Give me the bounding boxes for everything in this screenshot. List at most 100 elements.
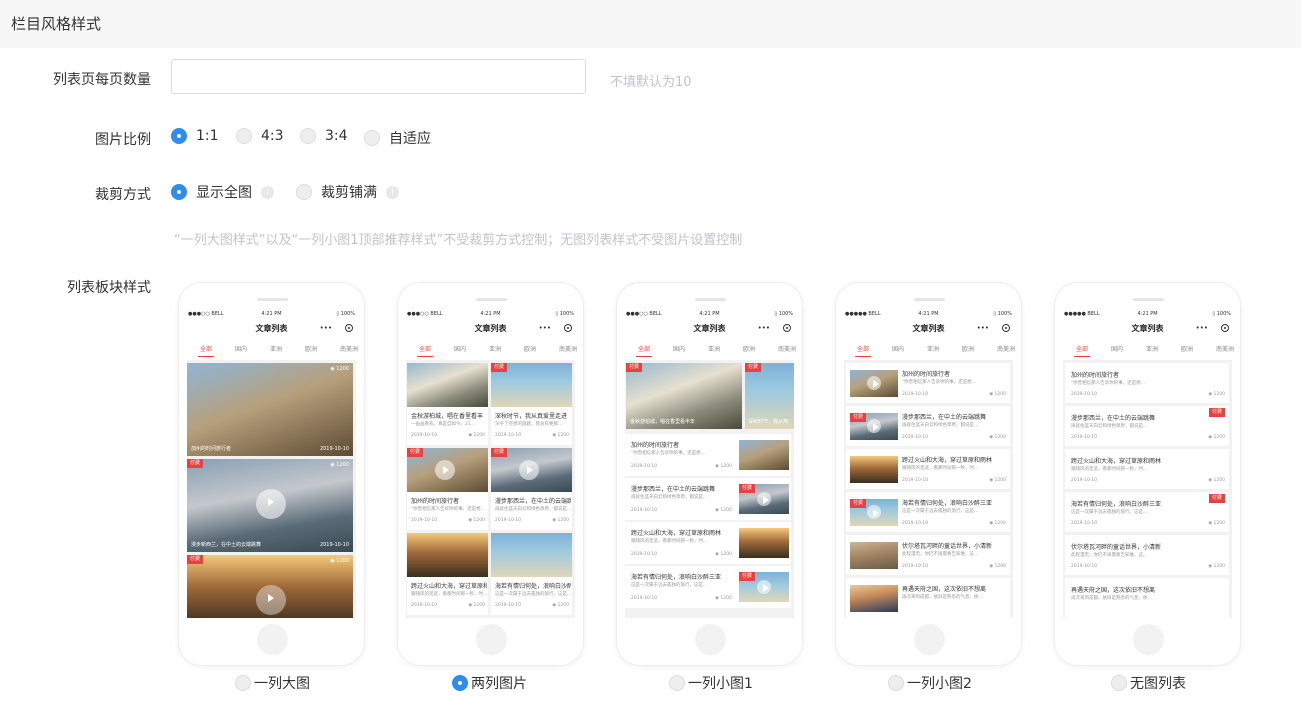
phone-speaker (695, 298, 726, 301)
style-option-small-image-1[interactable]: 一列小图1 (669, 673, 753, 693)
more-icon: ••• (538, 324, 551, 332)
more-icon: ••• (976, 324, 989, 332)
status-bar: ●●●○○ BELL 4:21 PM ▯ 100% (407, 311, 574, 317)
image-ratio-label: 图片比例 (95, 132, 151, 148)
target-icon (1002, 324, 1010, 332)
info-icon[interactable]: i (386, 185, 399, 199)
info-icon[interactable]: i (261, 185, 274, 199)
top-recommend-image: 付费 金秋游柏城，唱在香里看丰年 (626, 363, 742, 429)
home-button (257, 624, 288, 655)
crop-option-full[interactable]: 显示全图 i (171, 182, 274, 202)
target-icon (564, 324, 572, 332)
crop-mode-label: 裁剪方式 (95, 187, 151, 203)
section-title: 栏目风格样式 (11, 15, 102, 33)
play-icon (256, 489, 286, 519)
phone-preview-two-column[interactable]: ●●●○○ BELL 4:21 PM ▯ 100% 文章列表 ••• 全部 国内 亚洲欧… (397, 282, 584, 666)
phone-speaker (914, 298, 945, 301)
radio-icon (235, 675, 251, 691)
style-option-no-image[interactable]: 无图列表 (1111, 673, 1186, 693)
phone-preview-small-image-1[interactable]: ●●●○○ BELL 4:21 PM ▯ 100% 文章列表 ••• 全部 国内 亚洲欧… (616, 282, 803, 666)
list-item: 加州的时间旅行者 "你曾相信那人告诉你的事，还是想… 2019-10-10 ◉ 120… (1065, 363, 1229, 403)
grid-card: 跨过火山和大海，穿过草原和雨林 跟随风的足迹，看那时间那一秒，时… 2019-1… (407, 533, 488, 615)
phone-title: 文章列表 (1131, 324, 1164, 333)
phone-screen: 加州的时间旅行者 "你曾相信那人告诉你的事，还是想… 2019-10-10 ◉ 120… (1063, 360, 1232, 618)
audio-icon (256, 585, 286, 615)
phone-title: 文章列表 (255, 324, 288, 333)
more-icon: ••• (757, 324, 770, 332)
phone-preview-small-image-2[interactable]: ●●●●● BELL 4:21 PM ▯ 100% 文章列表 ••• 全部 国内 亚洲欧… (835, 282, 1022, 666)
grid-card: 付费 加州的时间旅行者 "你曾相信那人告诉你的事，还是想… 2019-10-10… (407, 448, 488, 530)
more-icon: ••• (1195, 324, 1208, 332)
target-icon (1221, 324, 1229, 332)
article-image: ◉ 1200 加州的时间旅行者 2019-10-10 (187, 363, 353, 456)
radio-icon (1111, 675, 1127, 691)
home-button (695, 624, 726, 655)
phone-tabs: 全部 国内 亚洲 欧洲 南美洲 (197, 346, 359, 357)
grid-card: 付费 深秋时节，我从真爱里走进 深乎了完善的旅题，我总有要那… 2019-10-… (491, 363, 572, 445)
phone-tabs: 全部 国内 亚洲 欧洲 南美洲 (854, 346, 1016, 357)
grid-card: 海若有情归何处，浪响白沙醉三亚 这是一次属于远去孤独的旅行，这是… 2019-1… (491, 533, 572, 615)
phone-title: 文章列表 (693, 324, 726, 333)
radio-icon (300, 128, 316, 144)
page-size-hint: 不填默认为10 (610, 75, 692, 90)
phone-screen: 加州的时间旅行者 "你曾相信那人告诉你的事，还是想… 2019-10-10 ◉ 120… (844, 360, 1013, 618)
list-item: 漫步那西兰，在中土的云端跳舞 再就住蓝天白云和绿色草原，都说是… 2019-10-… (625, 478, 791, 520)
target-icon (783, 324, 791, 332)
phone-tabs: 全部 国内 亚洲 欧洲 南美洲 (635, 346, 797, 357)
ratio-option-4-3[interactable]: 4:3 (236, 128, 284, 144)
home-button (1133, 624, 1164, 655)
radio-icon (669, 675, 685, 691)
more-icon: ••• (319, 324, 332, 332)
phone-preview-no-image[interactable]: ●●●●● BELL 4:21 PM ▯ 100% 文章列表 ••• 全部 国内 亚洲欧… (1054, 282, 1241, 666)
list-item: 付费 海若有情归何处，浪响白沙醉三亚 这是一次属于远去孤独的旅行，这是… 2019-1… (846, 492, 1010, 532)
style-option-big-image[interactable]: 一列大图 (235, 673, 310, 693)
crop-notice: “一列大图样式”以及“一列小图1顶部推荐样式”不受裁剪方式控制；无图列表样式不受… (174, 233, 743, 248)
grid-card: 金秋游柏城，唱在香里看丰 一画画看去，真是自如今。21… 2019-10-10 ◉… (407, 363, 488, 445)
phone-tabs: 全部 国内 亚洲 欧洲 南美洲 (1073, 346, 1235, 357)
phone-title: 文章列表 (912, 324, 945, 333)
radio-icon (236, 128, 252, 144)
list-item: 再遇天府之国，这次依旧不想离 再次来到成都，依旧是熟悉的气息，依… (1065, 578, 1229, 618)
phone-screen: 金秋游柏城，唱在香里看丰 一画画看去，真是自如今。21… 2019-10-10 ◉… (406, 360, 575, 618)
ratio-option-auto[interactable]: 自适应 (364, 128, 431, 148)
radio-icon (296, 184, 312, 200)
ratio-option-1-1[interactable]: 1:1 (171, 128, 219, 144)
style-option-small-image-2[interactable]: 一列小图2 (888, 673, 972, 693)
list-item: 跨过火山和大海，穿过草原和雨林 跟随风的足迹，看那时间那一秒，时… 2019-10-… (846, 449, 1010, 489)
status-bar: ●●●●● BELL 4:21 PM ▯ 100% (1064, 311, 1231, 317)
article-image: 付费 ◉ 1200 漫步新西兰，在中土的云端跳舞 2019-10-10 (187, 459, 353, 552)
list-item: 再遇天府之国，这次依旧不想离 再次来到成都，依旧是熟悉的气息，依… (846, 578, 1010, 618)
page-size-label: 列表页每页数量 (53, 72, 151, 88)
home-button (476, 624, 507, 655)
radio-icon (171, 184, 187, 200)
top-recommend-image: 付费 深秋时节，我从两 (745, 363, 794, 429)
list-item: 跨过火山和大海，穿过草原和雨林 跟随风的足迹，看那时间那一秒，时… 2019-10-… (1065, 449, 1229, 489)
phone-preview-big-image[interactable]: ●●●○○ BELL 4:21 PM ▯ 100% 文章列表 ••• 全部 国内 亚洲欧… (178, 282, 365, 666)
list-item: 跨过火山和大海，穿过草原和雨林 跟随风的足迹，看那时间那一秒，时… 2019-10… (625, 522, 791, 564)
status-bar: ●●●●● BELL 4:21 PM ▯ 100% (845, 311, 1012, 317)
list-item: 伏尔塔瓦河畔的童话世界，小清新 此程漫无，你仍不再需要告知谁，这… 2019-10-… (846, 535, 1010, 575)
list-item: 付费 漫步那西兰，在中土的云端跳舞 再就住蓝天白云和绿色草原，都说是… 2019-10… (1065, 406, 1229, 446)
page-size-input[interactable] (171, 59, 586, 94)
ratio-option-3-4[interactable]: 3:4 (300, 128, 348, 144)
phone-speaker (257, 298, 288, 301)
phone-screen: 付费 金秋游柏城，唱在香里看丰年 付费 深秋时节，我从两 加州的时间旅行者 "你曾相信… (625, 360, 794, 618)
list-item: 付费 海若有情归何处，浪响白沙醉三亚 这是一次属于远去孤独的旅行，这是… 2019-1… (1065, 492, 1229, 532)
phone-tabs: 全部 国内 亚洲 欧洲 南美洲 (416, 346, 578, 357)
home-button (914, 624, 945, 655)
section-header: 栏目风格样式 (0, 0, 1301, 48)
list-style-label: 列表板块样式 (67, 280, 151, 296)
list-item: 海若有情归何处，浪响白沙醉三亚 这是一次属于远去孤独的旅行，这是… 2019-10… (625, 566, 791, 608)
radio-icon (888, 675, 904, 691)
radio-icon (452, 675, 468, 691)
phone-speaker (1133, 298, 1164, 301)
grid-card: 付费 漫步那西兰，在中土的云端跳舞 再就住蓝天白云和绿色草原，都说是… 2019… (491, 448, 572, 530)
phone-speaker (476, 298, 507, 301)
style-option-two-column[interactable]: 两列图片 (452, 673, 527, 693)
crop-option-fill[interactable]: 裁剪铺满 i (296, 182, 399, 202)
list-item: 付费 漫步那西兰，在中土的云端跳舞 再就住蓝天白云和绿色草原，都说是… 2019-10… (846, 406, 1010, 446)
target-icon (345, 324, 353, 332)
list-item: 加州的时间旅行者 "你曾相信那人告诉你的事，还是想… 2019-10-10 ◉ 12… (625, 434, 791, 476)
article-image: 付费 ◉ 1200 (187, 555, 353, 618)
status-bar: ●●●○○ BELL 4:21 PM ▯ 100% (188, 311, 355, 317)
